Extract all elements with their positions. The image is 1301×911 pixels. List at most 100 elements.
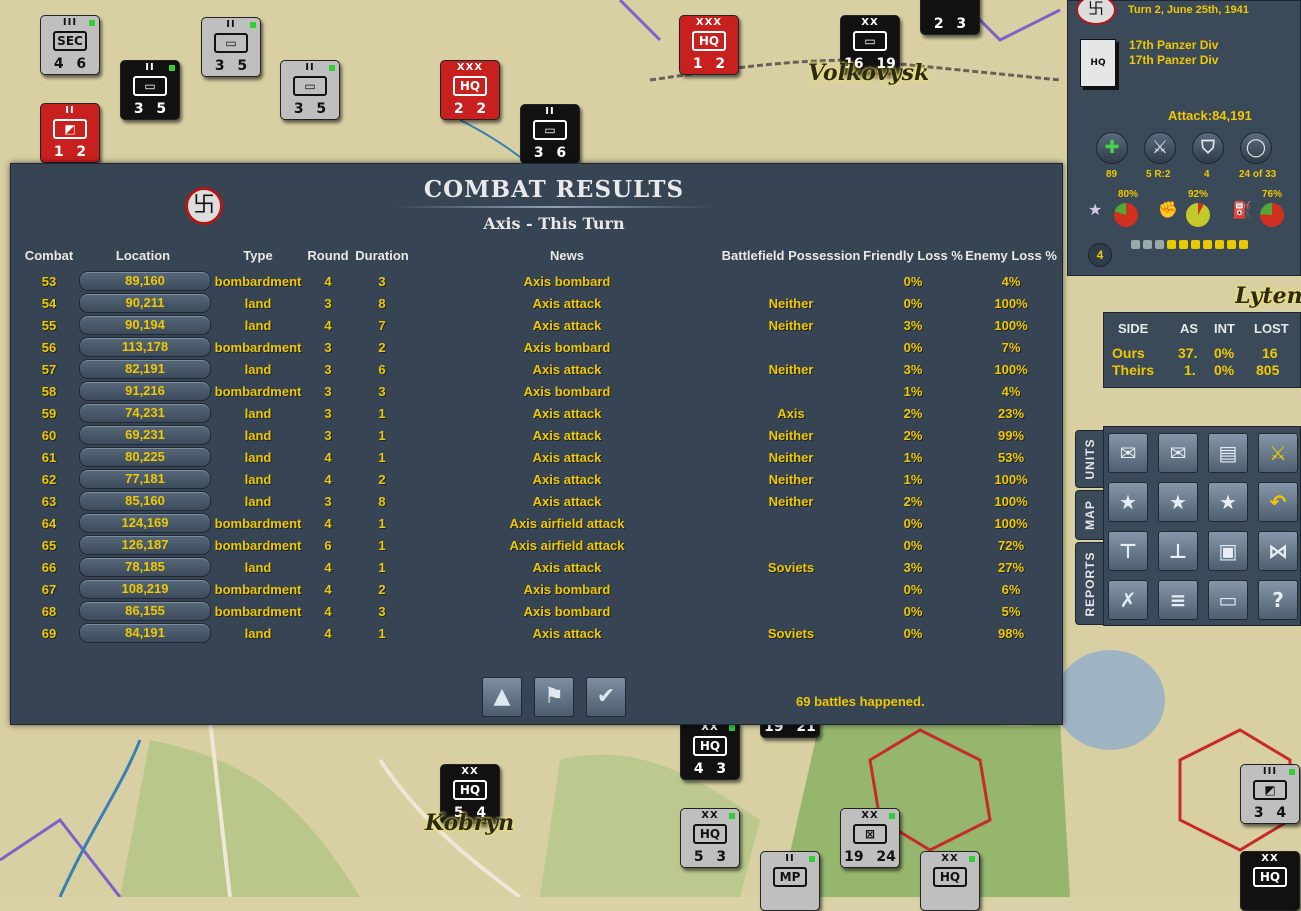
location[interactable]: 82,191 [79,359,211,379]
col-location[interactable]: Location [116,248,170,263]
map-unit-counter[interactable]: XX ⊠ 19 24 [840,808,900,868]
location[interactable]: 86,155 [79,601,211,621]
location[interactable]: 84,191 [79,623,211,643]
map-unit-counter[interactable]: II ▭ 3 5 [120,60,180,120]
location[interactable]: 78,185 [79,557,211,577]
location[interactable]: 124,169 [79,513,211,533]
location[interactable]: 126,187 [79,535,211,555]
table-row[interactable]: 58 91,216 bombardment 3 3 Axis bombard 1% 4% [11,380,1062,402]
combat-type: bombardment [214,340,302,355]
next-star-button[interactable]: ★ [1158,482,1198,522]
map-unit-counter[interactable]: II ◩ 1 2 [40,103,100,163]
location[interactable]: 74,231 [79,403,211,423]
hierarchy-button[interactable]: ⊥ [1158,531,1198,571]
shield-icon[interactable]: ⛉ [1192,132,1224,164]
prev-unit-button[interactable]: ✉ [1108,433,1148,473]
map-unit-counter[interactable]: II ▭ 3 6 [520,104,580,164]
col-enemy-loss[interactable]: Enemy Loss % [965,248,1057,263]
table-row[interactable]: 65 126,187 bombardment 6 1 Axis airfield atta… [11,534,1062,556]
round: 4 [324,560,332,575]
table-row[interactable]: 57 82,191 land 3 6 Axis attack Neither 3% 100% [11,358,1062,380]
help-button[interactable]: ? [1258,580,1298,620]
hq-button[interactable]: ▣ [1208,531,1248,571]
location[interactable]: 90,194 [79,315,211,335]
col-duration[interactable]: Duration [355,248,408,263]
map-unit-counter[interactable]: III ◩ 3 4 [1240,764,1300,824]
location[interactable]: 77,181 [79,469,211,489]
table-row[interactable]: 63 85,160 land 3 8 Axis attack Neither 2% 100% [11,490,1062,512]
scroll-up-button[interactable]: ▲ [482,677,522,717]
location[interactable]: 108,219 [79,579,211,599]
tab-reports[interactable]: REPORTS [1075,542,1105,625]
disband-button[interactable]: ✗ [1108,580,1148,620]
location[interactable]: 89,160 [79,271,211,291]
table-row[interactable]: 54 90,211 land 3 8 Axis attack Neither 0% 100% [11,292,1062,314]
circle-icon[interactable]: ◯ [1240,132,1272,164]
map-unit-counter[interactable]: II MP [760,851,820,911]
map-unit-counter[interactable]: 2 3 [920,0,980,35]
tab-map[interactable]: MAP [1075,490,1105,540]
table-row[interactable]: 61 80,225 land 4 1 Axis attack Neither 1% 53% [11,446,1062,468]
org-chart-button[interactable]: ⊤ [1108,531,1148,571]
report-button[interactable]: ≡ [1158,580,1198,620]
duration: 1 [378,626,386,641]
supply-button[interactable]: ▤ [1208,433,1248,473]
col-possession[interactable]: Battlefield Possession [722,248,861,263]
table-row[interactable]: 69 84,191 land 4 1 Axis attack Soviets 0% 98% [11,622,1062,644]
unit-strength: 2 2 [453,101,487,117]
flag-button[interactable]: ⚑ [534,677,574,717]
col-round[interactable]: Round [307,248,348,263]
medic-cross-icon[interactable]: ✚ [1096,132,1128,164]
undo-button[interactable]: ↶ [1258,482,1298,522]
location[interactable]: 85,160 [79,491,211,511]
col-combat[interactable]: Combat [25,248,73,263]
table-row[interactable]: 64 124,169 bombardment 4 1 Axis airfield atta… [11,512,1062,534]
next-unit-button[interactable]: ✉ [1158,433,1198,473]
command-button-grid: ✉ ✉ ▤ ⚔ ★ ★ ★ ↶ ⊤ ⊥ ▣ ⋈ ✗ ≡ ▭ ? [1103,426,1301,626]
map-unit-counter[interactable]: XXX HQ 1 2 [679,15,739,75]
attack-mode-button[interactable]: ⚔ [1258,433,1298,473]
news: Axis bombard [523,340,611,355]
col-type[interactable]: Type [243,248,272,263]
col-news[interactable]: News [550,248,584,263]
location[interactable]: 91,216 [79,381,211,401]
location[interactable]: 80,225 [79,447,211,467]
side-as: 1. [1184,362,1196,378]
combat-id: 63 [41,494,57,509]
star-button[interactable]: ★ [1208,482,1248,522]
table-row[interactable]: 56 113,178 bombardment 3 2 Axis bombard 0% 7% [11,336,1062,358]
table-row[interactable]: 62 77,181 land 4 2 Axis attack Neither 1% 100% [11,468,1062,490]
map-unit-counter[interactable]: II ▭ 3 5 [201,17,261,77]
unit-symbol: ▭ [293,76,327,96]
table-row[interactable]: 67 108,219 bombardment 4 2 Axis bombard 0% 6% [11,578,1062,600]
table-row[interactable]: 66 78,185 land 4 1 Axis attack Soviets 3% 27% [11,556,1062,578]
divisions-button[interactable]: ⋈ [1258,531,1298,571]
message-button[interactable]: ▭ [1208,580,1248,620]
table-row[interactable]: 68 86,155 bombardment 4 3 Axis bombard 0% 5% [11,600,1062,622]
crossed-swords-icon[interactable]: ⚔ [1144,132,1176,164]
map-unit-counter[interactable]: XX HQ 4 3 [680,720,740,780]
confirm-button[interactable]: ✔ [586,677,626,717]
map-unit-counter[interactable]: XX HQ [1240,851,1300,911]
map-unit-counter[interactable]: XXX HQ 2 2 [440,60,500,120]
tab-units[interactable]: UNITS [1075,430,1105,488]
duration: 1 [378,538,386,553]
table-row[interactable]: 55 90,194 land 4 7 Axis attack Neither 3% 100% [11,314,1062,336]
location[interactable]: 69,231 [79,425,211,445]
enemy-loss: 98% [997,626,1025,641]
prev-star-button[interactable]: ★ [1108,482,1148,522]
selected-unit-counter[interactable]: HQ [1080,39,1116,87]
location[interactable]: 113,178 [79,337,211,357]
friendly-loss: 2% [903,428,923,443]
table-row[interactable]: 53 89,160 bombardment 4 3 Axis bombard 0% 4% [11,270,1062,292]
table-row[interactable]: 59 74,231 land 3 1 Axis attack Axis 2% 23% [11,402,1062,424]
table-row[interactable]: 60 69,231 land 3 1 Axis attack Neither 2% 99% [11,424,1062,446]
news: Axis attack [532,560,602,575]
supply-pct: 76% [1262,189,1283,200]
map-unit-counter[interactable]: XX HQ [920,851,980,911]
location[interactable]: 90,211 [79,293,211,313]
map-unit-counter[interactable]: III SEC 4 6 [40,15,100,75]
map-unit-counter[interactable]: XX HQ 5 3 [680,808,740,868]
map-unit-counter[interactable]: II ▭ 3 5 [280,60,340,120]
col-friendly-loss[interactable]: Friendly Loss % [863,248,963,263]
